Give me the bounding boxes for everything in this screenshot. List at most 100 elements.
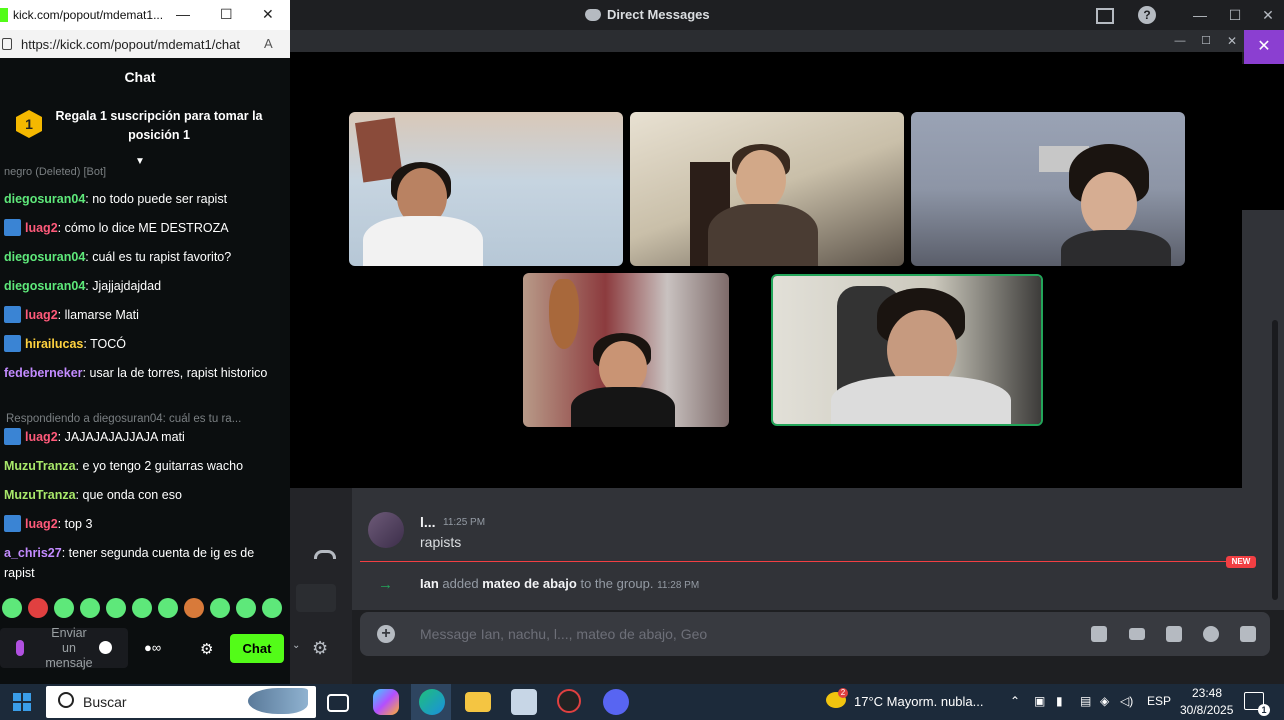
chat-username[interactable]: fedeberneker	[4, 366, 83, 380]
clock-date[interactable]: 30/8/2025	[1180, 703, 1233, 717]
mic-icon[interactable]	[16, 640, 24, 656]
chat-username[interactable]: diegosuran04	[4, 279, 85, 293]
video-tile-2[interactable]	[630, 112, 904, 266]
chat-username[interactable]: diegosuran04	[4, 192, 85, 206]
users-icon[interactable]: ●∞	[144, 640, 161, 655]
subscriber-badge-icon[interactable]	[4, 219, 21, 236]
chat-username[interactable]: luag2	[25, 308, 58, 322]
minimize-button[interactable]: —	[1190, 6, 1210, 24]
message-composer[interactable]: + Message Ian, nachu, l..., mateo de aba…	[360, 612, 1270, 656]
subscriber-badge-icon[interactable]	[4, 335, 21, 352]
avatar[interactable]	[368, 512, 404, 548]
language-indicator[interactable]: ESP	[1147, 694, 1171, 708]
network-icon[interactable]: ▣	[1034, 694, 1045, 708]
collapse-icon[interactable]: ▼	[132, 156, 148, 167]
message-author[interactable]: l...	[420, 514, 436, 530]
wifi-icon[interactable]: ◈	[1100, 694, 1109, 708]
kick-maximize-button[interactable]: ☐	[220, 6, 233, 23]
discord-taskbar-icon[interactable]	[603, 689, 629, 715]
chat-username[interactable]: hirailucas	[25, 337, 83, 351]
file-explorer-icon[interactable]	[465, 692, 491, 712]
copilot-icon[interactable]	[373, 689, 399, 715]
apps-icon[interactable]	[1240, 626, 1256, 642]
maximize-button[interactable]: ☐	[1225, 6, 1245, 24]
popout-minimize-button[interactable]: —	[1170, 32, 1190, 50]
popout-maximize-button[interactable]: ☐	[1196, 32, 1216, 50]
video-tile-5-speaking[interactable]	[771, 274, 1043, 426]
emote-icon[interactable]	[184, 598, 204, 618]
chat-message: luag2: top 3	[4, 514, 284, 534]
volume-icon[interactable]: ◁)	[1120, 694, 1133, 708]
task-view-icon[interactable]	[327, 694, 349, 712]
chat-title: Chat	[124, 69, 156, 85]
gift-icon[interactable]	[1091, 626, 1107, 642]
message-input[interactable]: Message Ian, nachu, l..., mateo de abajo…	[420, 626, 707, 642]
settings-gear-icon[interactable]: ⚙	[312, 638, 328, 659]
emote-icon[interactable]	[210, 598, 230, 618]
video-tile-4[interactable]	[523, 273, 729, 427]
video-tile-1[interactable]	[349, 112, 623, 266]
emote-icon[interactable]	[158, 598, 178, 618]
chat-username[interactable]: diegosuran04	[4, 250, 85, 264]
close-button[interactable]: ✕	[1258, 6, 1278, 24]
subscriber-badge-icon[interactable]	[4, 515, 21, 532]
chat-username[interactable]: luag2	[25, 221, 58, 235]
join-arrow-icon: →	[378, 576, 393, 593]
soundboard-button[interactable]	[296, 584, 336, 612]
chat-message: fedeberneker: usar la de torres, rapist …	[4, 363, 284, 383]
emote-icon[interactable]	[236, 598, 256, 618]
chat-username[interactable]: MuzuTranza	[4, 459, 76, 473]
emote-icon[interactable]	[2, 598, 22, 618]
kick-close-button[interactable]: ✕	[262, 6, 274, 23]
read-aloud-icon[interactable]: A	[264, 36, 273, 51]
chat-input-placeholder[interactable]: Enviar un mensaje	[45, 626, 93, 671]
emoji-icon[interactable]	[1203, 626, 1219, 642]
help-icon[interactable]: ?	[1138, 6, 1156, 24]
video-tile-3[interactable]	[911, 112, 1185, 266]
plus-icon[interactable]: +	[377, 625, 395, 643]
lock-icon[interactable]	[2, 38, 12, 50]
taskbar-search-placeholder[interactable]: Buscar	[83, 694, 127, 710]
subscriber-badge-icon[interactable]	[4, 306, 21, 323]
chevron-up-icon[interactable]: ⌃	[1010, 694, 1020, 708]
emoji-icon[interactable]	[99, 641, 112, 654]
chat-username[interactable]: MuzuTranza	[4, 488, 76, 502]
chat-username[interactable]: luag2	[25, 517, 58, 531]
subscriber-badge-icon[interactable]	[4, 428, 21, 445]
chat-text: TOCÓ	[90, 337, 126, 351]
system-target[interactable]: mateo de abajo	[482, 576, 577, 591]
chat-text: cuál es tu rapist favorito?	[92, 250, 232, 264]
chat-username[interactable]: luag2	[25, 430, 58, 444]
kick-chat-popup: kick.com/popout/mdemat1... — ☐ ✕ https:/…	[0, 0, 290, 684]
clock-time[interactable]: 23:48	[1192, 686, 1222, 700]
chevron-down-icon[interactable]: ⌄	[292, 640, 300, 651]
chat-scrollbar[interactable]	[1272, 320, 1278, 600]
headset-icon[interactable]	[314, 550, 336, 559]
emote-icon[interactable]	[80, 598, 100, 618]
chat-text: top 3	[64, 517, 93, 531]
edge-icon[interactable]	[419, 689, 445, 715]
weather-text[interactable]: 17°C Mayorm. nubla...	[854, 694, 984, 709]
chat-username[interactable]: a_chris27	[4, 546, 62, 560]
emote-icon[interactable]	[262, 598, 282, 618]
gif-icon[interactable]	[1129, 628, 1145, 640]
popout-close-button[interactable]: ✕	[1222, 32, 1242, 50]
kick-minimize-button[interactable]: —	[176, 6, 190, 22]
inbox-icon[interactable]	[1096, 8, 1114, 24]
obs-icon[interactable]	[557, 689, 581, 713]
gear-icon[interactable]: ⚙	[200, 640, 213, 658]
system-actor[interactable]: Ian	[420, 576, 439, 591]
close-call-icon[interactable]: ✕	[1244, 30, 1284, 64]
url-text[interactable]: https://kick.com/popout/mdemat1/chat	[21, 37, 240, 52]
emote-icon[interactable]	[28, 598, 48, 618]
usb-icon[interactable]: ▤	[1080, 694, 1091, 708]
emote-icon[interactable]	[106, 598, 126, 618]
emote-icon[interactable]	[54, 598, 74, 618]
mic-tray-icon[interactable]: ▮	[1056, 694, 1063, 708]
send-chat-button[interactable]: Chat	[230, 634, 284, 663]
sticker-icon[interactable]	[1166, 626, 1182, 642]
message-timestamp: 11:25 PM	[443, 517, 486, 528]
emote-icon[interactable]	[132, 598, 152, 618]
windows-start-icon[interactable]	[13, 693, 31, 711]
app-icon[interactable]	[511, 689, 537, 715]
